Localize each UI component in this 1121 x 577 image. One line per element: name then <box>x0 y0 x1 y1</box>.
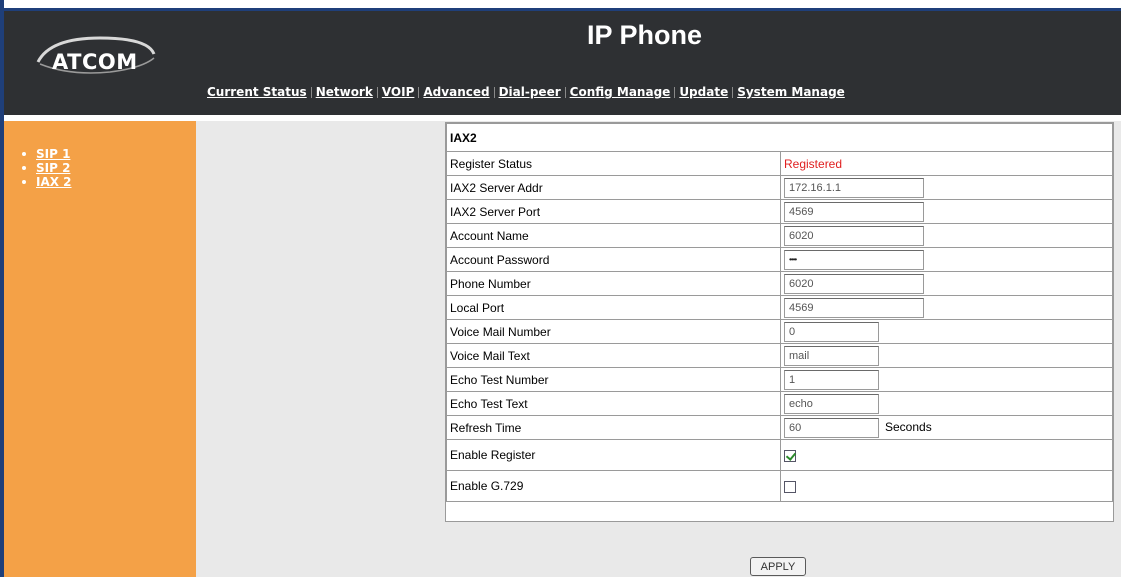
sidebar-item-iax2: IAX 2 <box>22 175 72 189</box>
enable-g729-cell <box>780 470 1113 502</box>
enable-register-label: Enable Register <box>446 439 781 471</box>
nav-voip[interactable]: VOIP <box>382 85 415 99</box>
account-password-row: Account Password •••• <box>446 247 1113 272</box>
account-password-label: Account Password <box>446 247 781 272</box>
nav-divider <box>493 86 495 98</box>
brand-name: ATCOM <box>52 50 138 74</box>
nav-network[interactable]: Network <box>316 85 373 99</box>
server-port-cell: 4569 <box>780 199 1113 224</box>
nav-config-manage[interactable]: Config Manage <box>570 85 671 99</box>
sidebar-link-sip2[interactable]: SIP 2 <box>36 161 70 175</box>
local-port-label: Local Port <box>446 295 781 320</box>
sidebar-list: SIP 1 SIP 2 IAX 2 <box>22 147 72 189</box>
voice-mail-number-cell: 0 <box>780 319 1113 344</box>
bullet-icon <box>22 180 26 184</box>
voice-mail-text-cell: mail <box>780 343 1113 368</box>
register-status-cell: Registered <box>780 151 1113 176</box>
refresh-time-row: Refresh Time 60 Seconds <box>446 415 1113 440</box>
apply-button[interactable]: APPLY <box>750 557 806 576</box>
account-name-input[interactable]: 6020 <box>784 225 924 246</box>
enable-g729-label: Enable G.729 <box>446 470 781 502</box>
echo-test-text-row: Echo Test Text echo <box>446 391 1113 416</box>
voice-mail-text-label: Voice Mail Text <box>446 343 781 368</box>
voice-mail-number-label: Voice Mail Number <box>446 319 781 344</box>
voice-mail-text-row: Voice Mail Text mail <box>446 343 1113 368</box>
bullet-icon <box>22 152 26 156</box>
nav-advanced[interactable]: Advanced <box>423 85 489 99</box>
echo-test-number-row: Echo Test Number 1 <box>446 367 1113 392</box>
account-name-cell: 6020 <box>780 223 1113 248</box>
phone-number-row: Phone Number 6020 <box>446 271 1113 296</box>
phone-number-cell: 6020 <box>780 271 1113 296</box>
nav-divider <box>376 86 378 98</box>
section-header-row: IAX2 <box>446 123 1113 152</box>
enable-register-row: Enable Register <box>446 439 1113 471</box>
phone-number-input[interactable]: 6020 <box>784 273 924 294</box>
nav-divider <box>732 86 734 98</box>
echo-test-text-label: Echo Test Text <box>446 391 781 416</box>
nav-dial-peer[interactable]: Dial-peer <box>499 85 561 99</box>
enable-g729-row: Enable G.729 <box>446 470 1113 502</box>
account-name-row: Account Name 6020 <box>446 223 1113 248</box>
sidebar-item-sip2: SIP 2 <box>22 161 72 175</box>
voice-mail-number-row: Voice Mail Number 0 <box>446 319 1113 344</box>
atcom-logo: ATCOM <box>30 32 160 82</box>
register-status-label: Register Status <box>446 151 781 176</box>
enable-g729-checkbox[interactable] <box>784 480 796 493</box>
top-nav: Current Status Network VOIP Advanced Dia… <box>207 85 845 99</box>
sidebar-link-iax2[interactable]: IAX 2 <box>36 175 72 189</box>
sidebar-link-sip1[interactable]: SIP 1 <box>36 147 70 161</box>
server-addr-input[interactable]: 172.16.1.1 <box>784 177 924 198</box>
nav-divider <box>674 86 676 98</box>
echo-test-text-cell: echo <box>780 391 1113 416</box>
server-port-row: IAX2 Server Port 4569 <box>446 199 1113 224</box>
echo-test-number-label: Echo Test Number <box>446 367 781 392</box>
nav-divider <box>564 86 566 98</box>
local-port-row: Local Port 4569 <box>446 295 1113 320</box>
account-name-label: Account Name <box>446 223 781 248</box>
enable-register-cell <box>780 439 1113 471</box>
bullet-icon <box>22 166 26 170</box>
account-password-input[interactable]: •••• <box>784 249 924 270</box>
iax2-settings-table: IAX2 Register Status Registered IAX2 Ser… <box>446 123 1113 502</box>
section-title: IAX2 <box>446 123 1113 152</box>
voice-mail-text-input[interactable]: mail <box>784 345 879 366</box>
nav-current-status[interactable]: Current Status <box>207 85 307 99</box>
sidebar-item-sip1: SIP 1 <box>22 147 72 161</box>
iax2-settings-panel: IAX2 Register Status Registered IAX2 Ser… <box>445 122 1114 522</box>
nav-divider <box>418 86 420 98</box>
nav-divider <box>310 86 312 98</box>
page-title: IP Phone <box>587 20 703 50</box>
echo-test-number-input[interactable]: 1 <box>784 369 879 390</box>
nav-update[interactable]: Update <box>679 85 728 99</box>
local-port-input[interactable]: 4569 <box>784 297 924 318</box>
server-addr-row: IAX2 Server Addr 172.16.1.1 <box>446 175 1113 200</box>
register-status-row: Register Status Registered <box>446 151 1113 176</box>
local-port-cell: 4569 <box>780 295 1113 320</box>
server-addr-label: IAX2 Server Addr <box>446 175 781 200</box>
voice-mail-number-input[interactable]: 0 <box>784 321 879 342</box>
page: ATCOM IP Phone Current Status Network VO… <box>0 0 1121 577</box>
header <box>4 11 1121 115</box>
echo-test-number-cell: 1 <box>780 367 1113 392</box>
refresh-time-unit: Seconds <box>885 419 932 434</box>
server-addr-cell: 172.16.1.1 <box>780 175 1113 200</box>
nav-system-manage[interactable]: System Manage <box>737 85 845 99</box>
sidebar: SIP 1 SIP 2 IAX 2 <box>4 121 196 577</box>
phone-number-label: Phone Number <box>446 271 781 296</box>
echo-test-text-input[interactable]: echo <box>784 393 879 414</box>
refresh-time-label: Refresh Time <box>446 415 781 440</box>
refresh-time-cell: 60 Seconds <box>780 415 1113 440</box>
account-password-cell: •••• <box>780 247 1113 272</box>
server-port-input[interactable]: 4569 <box>784 201 924 222</box>
register-status-value: Registered <box>784 156 843 171</box>
refresh-time-input[interactable]: 60 <box>784 417 879 438</box>
server-port-label: IAX2 Server Port <box>446 199 781 224</box>
enable-register-checkbox[interactable] <box>784 449 796 462</box>
